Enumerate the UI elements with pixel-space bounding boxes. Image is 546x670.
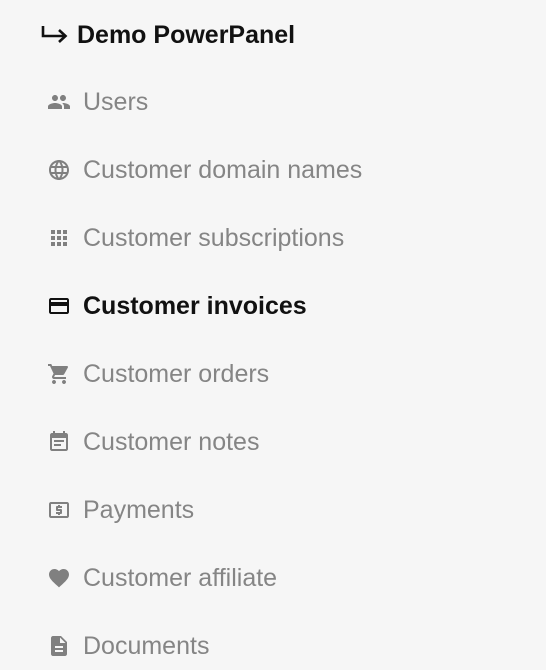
arrow-return-right-icon (40, 23, 70, 47)
sidebar-nav: Users Customer domain names Customer sub… (46, 68, 546, 670)
sidebar-item-label: Customer invoices (83, 291, 307, 320)
sidebar-item-label: Documents (83, 631, 210, 660)
sidebar-item-invoices[interactable]: Customer invoices (46, 272, 546, 340)
panel-title-link[interactable]: Demo PowerPanel (40, 16, 295, 54)
sidebar-item-users[interactable]: Users (46, 68, 546, 136)
notes-icon (46, 429, 72, 455)
grid-icon (46, 225, 72, 251)
sidebar-item-domain-names[interactable]: Customer domain names (46, 136, 546, 204)
sidebar-item-label: Payments (83, 495, 195, 524)
globe-icon (46, 157, 72, 183)
panel-title: Demo PowerPanel (77, 20, 296, 49)
sidebar-item-label: Users (83, 87, 149, 116)
sidebar-item-affiliate[interactable]: Customer affiliate (46, 544, 546, 612)
sidebar-item-label: Customer domain names (83, 155, 363, 184)
users-icon (46, 89, 72, 115)
sidebar-item-notes[interactable]: Customer notes (46, 408, 546, 476)
sidebar-item-documents[interactable]: Documents (46, 612, 546, 670)
sidebar-item-label: Customer affiliate (83, 563, 278, 592)
sidebar-item-orders[interactable]: Customer orders (46, 340, 546, 408)
sidebar-item-label: Customer notes (83, 427, 260, 456)
sidebar-item-subscriptions[interactable]: Customer subscriptions (46, 204, 546, 272)
credit-card-icon (46, 293, 72, 319)
document-icon (46, 633, 72, 659)
heart-icon (46, 565, 72, 591)
sidebar-item-label: Customer orders (83, 359, 270, 388)
payment-icon (46, 497, 72, 523)
sidebar-item-label: Customer subscriptions (83, 223, 345, 252)
cart-icon (46, 361, 72, 387)
sidebar-item-payments[interactable]: Payments (46, 476, 546, 544)
